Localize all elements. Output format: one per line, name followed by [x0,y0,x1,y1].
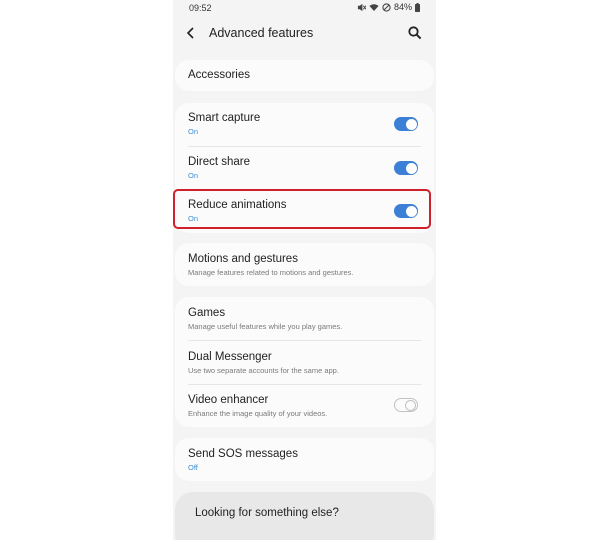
reduce-animations-status: On [188,214,199,223]
app-bar: Advanced features [173,20,436,48]
video-enhancer-item[interactable]: Video enhancer Enhance the image quality… [175,385,434,427]
reduce-animations-label: Reduce animations [188,199,287,211]
sos-status: Off [188,463,198,472]
smart-capture-label: Smart capture [188,112,261,124]
toggle-knob [405,162,417,174]
video-enhancer-toggle[interactable] [394,398,418,412]
search-icon [408,26,422,40]
block-icon [382,2,391,12]
sos-label: Send SOS messages [188,448,298,460]
direct-share-item[interactable]: Direct share On [175,147,434,190]
status-time: 09:52 [189,3,212,13]
toggle-knob [404,400,416,411]
motions-description: Manage features related to motions and g… [188,268,354,277]
dual-messenger-item[interactable]: Dual Messenger Use two separate accounts… [175,341,434,384]
status-bar: 09:52 84% [173,0,436,16]
battery-icon [415,2,420,12]
direct-share-label: Direct share [188,156,250,168]
games-card: Games Manage useful features while you p… [175,297,434,427]
sos-card[interactable]: Send SOS messages Off [175,438,434,481]
direct-share-status: On [188,171,199,180]
battery-percent: 84% [393,2,412,12]
sos-item[interactable]: Send SOS messages Off [175,438,434,481]
smart-capture-item[interactable]: Smart capture On [175,103,434,146]
search-button[interactable] [406,24,424,42]
reduce-animations-toggle[interactable] [394,204,418,218]
games-label: Games [188,307,226,319]
games-item[interactable]: Games Manage useful features while you p… [175,297,434,340]
smart-capture-toggle[interactable] [394,117,418,131]
smart-capture-status: On [188,127,199,136]
back-button[interactable] [183,25,199,41]
toggle-knob [405,205,417,217]
phone-screen: 09:52 84% Advanced features Accessories … [173,0,436,540]
video-enhancer-description: Enhance the image quality of your videos… [188,409,328,418]
mute-icon [357,3,366,11]
accessories-label: Accessories [188,69,250,81]
toggle-knob [405,118,417,130]
accessories-card[interactable]: Accessories [175,60,434,91]
games-description: Manage useful features while you play ga… [188,322,343,331]
accessories-item[interactable]: Accessories [175,60,434,91]
motions-card[interactable]: Motions and gestures Manage features rel… [175,243,434,286]
wifi-icon [369,3,379,11]
motions-item[interactable]: Motions and gestures Manage features rel… [175,243,434,286]
direct-share-toggle[interactable] [394,161,418,175]
video-enhancer-label: Video enhancer [188,394,269,406]
dual-messenger-description: Use two separate accounts for the same a… [188,366,339,375]
page-title: Advanced features [209,26,314,40]
status-icons: 84% [357,2,420,12]
motions-label: Motions and gestures [188,253,298,265]
looking-for-something-else-card[interactable]: Looking for something else? [175,492,434,540]
reduce-animations-item[interactable]: Reduce animations On [175,191,434,233]
chevron-left-icon [186,27,194,39]
dual-messenger-label: Dual Messenger [188,351,272,363]
looking-for-something-else-label: Looking for something else? [195,507,339,519]
toggles-card: Smart capture On Direct share On Reduce … [175,103,434,233]
